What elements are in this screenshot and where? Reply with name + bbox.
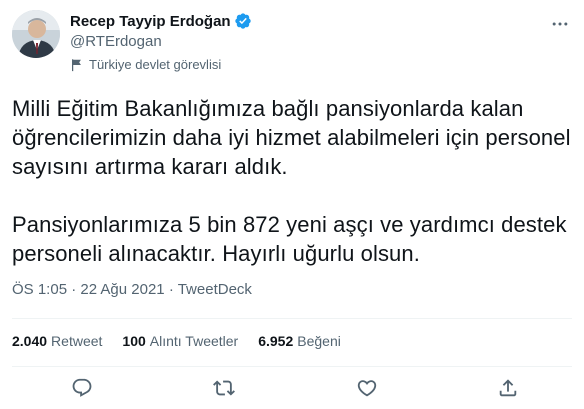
tweet-stats: 2.040 Retweet 100 Alıntı Tweetler 6.952 …: [12, 333, 361, 349]
tweet-paragraph-1: Milli Eğitim Bakanlığımıza bağlı pansiyo…: [12, 96, 571, 179]
flag-icon: [72, 58, 81, 71]
retweet-label: Retweet: [51, 333, 103, 349]
tweet-paragraph-2: Pansiyonlarımıza 5 bin 872 yeni aşçı ve …: [12, 212, 567, 266]
author-name-row[interactable]: Recep Tayyip Erdoğan: [70, 10, 252, 32]
reply-icon: [72, 378, 92, 397]
government-label: Türkiye devlet görevlisi: [70, 57, 221, 72]
tweet-date[interactable]: 22 Ağu 2021: [80, 281, 164, 298]
like-stat[interactable]: 6.952 Beğeni: [258, 333, 341, 349]
retweet-icon: [213, 380, 235, 396]
tweet-card: Recep Tayyip Erdoğan @RTErdogan Türkiye …: [0, 0, 584, 409]
quote-stat[interactable]: 100 Alıntı Tweetler: [122, 333, 238, 349]
reply-button[interactable]: [71, 377, 95, 401]
tweet-actions: [0, 374, 584, 404]
avatar[interactable]: [12, 10, 60, 58]
tweet-text: Milli Eğitim Bakanlığımıza bağlı pansiyo…: [12, 94, 572, 268]
meta-separator: ·: [67, 281, 81, 298]
retweet-button[interactable]: [213, 377, 237, 401]
more-icon[interactable]: [550, 14, 570, 34]
retweet-count: 2.040: [12, 333, 48, 349]
like-count: 6.952: [258, 333, 294, 349]
divider: [12, 318, 572, 319]
display-name[interactable]: Recep Tayyip Erdoğan: [70, 13, 231, 30]
share-icon: [499, 379, 517, 397]
quote-label: Alıntı Tweetler: [149, 333, 239, 349]
tweet-meta: ÖS 1:05 · 22 Ağu 2021 · TweetDeck: [12, 281, 252, 298]
tweet-time[interactable]: ÖS 1:05: [12, 281, 67, 298]
like-button[interactable]: [356, 377, 380, 401]
retweet-stat[interactable]: 2.040 Retweet: [12, 333, 102, 349]
author-handle[interactable]: @RTErdogan: [70, 33, 162, 50]
heart-icon: [357, 380, 377, 397]
divider: [12, 366, 572, 367]
government-label-text: Türkiye devlet görevlisi: [89, 57, 222, 72]
like-label: Beğeni: [297, 333, 341, 349]
share-button[interactable]: [497, 377, 521, 401]
quote-count: 100: [122, 333, 146, 349]
verified-badge-icon: [234, 13, 251, 29]
meta-separator: ·: [164, 281, 178, 298]
tweet-source[interactable]: TweetDeck: [178, 281, 252, 298]
